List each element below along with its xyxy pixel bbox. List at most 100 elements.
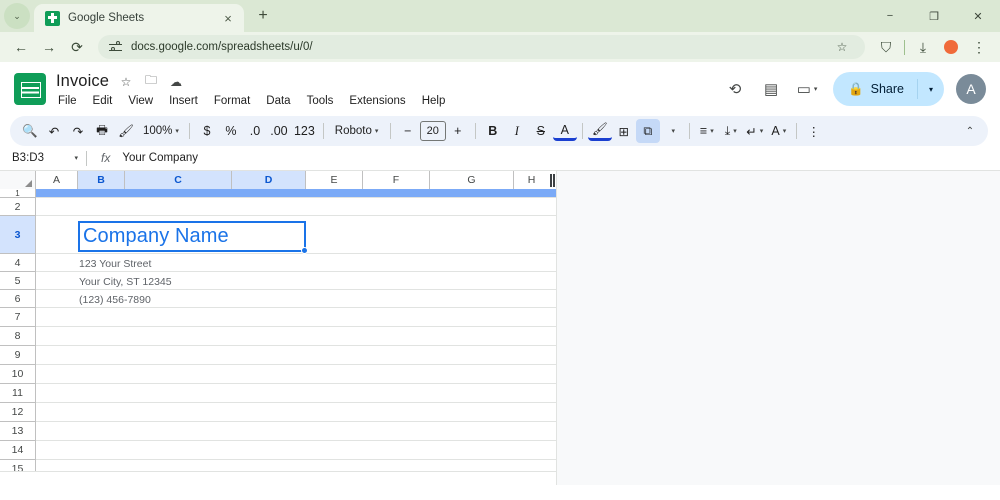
- column-header-d[interactable]: D: [232, 171, 306, 189]
- column-header-c[interactable]: C: [125, 171, 232, 189]
- column-header-b[interactable]: B: [78, 171, 125, 189]
- minimize-icon[interactable]: −: [868, 0, 912, 32]
- maximize-icon[interactable]: ❐: [912, 0, 956, 32]
- bold-button[interactable]: B: [481, 119, 505, 143]
- row-header-10[interactable]: 10: [0, 365, 36, 384]
- zoom-selector[interactable]: 100% ▾: [138, 119, 184, 143]
- address-bar[interactable]: docs.google.com/spreadsheets/u/0/ ☆: [98, 35, 865, 59]
- borders-button[interactable]: ⊞: [612, 119, 636, 143]
- menu-tools[interactable]: Tools: [305, 94, 336, 108]
- menu-format[interactable]: Format: [212, 94, 252, 108]
- row-header-12[interactable]: 12: [0, 403, 36, 422]
- strikethrough-button[interactable]: S: [529, 119, 553, 143]
- merge-cells-button[interactable]: ⧉: [636, 119, 660, 143]
- table-row[interactable]: [36, 384, 556, 403]
- row-header-4[interactable]: 4: [0, 254, 36, 272]
- row-header-9[interactable]: 9: [0, 346, 36, 365]
- font-size-input[interactable]: 20: [420, 121, 446, 141]
- row-header-3[interactable]: 3: [0, 216, 36, 254]
- table-row[interactable]: [36, 403, 556, 422]
- move-folder-icon[interactable]: 🗀: [143, 71, 159, 92]
- menu-data[interactable]: Data: [264, 94, 292, 108]
- comment-icon[interactable]: ▤: [755, 73, 787, 105]
- currency-format-button[interactable]: $: [195, 119, 219, 143]
- browser-profile-avatar[interactable]: [938, 34, 964, 60]
- browser-more-icon[interactable]: ⋮: [966, 34, 992, 60]
- redo-icon[interactable]: ↷: [66, 119, 90, 143]
- text-color-button[interactable]: A: [553, 121, 577, 141]
- row-header-8[interactable]: 8: [0, 327, 36, 346]
- page-title[interactable]: Invoice: [56, 72, 109, 91]
- menu-file[interactable]: File: [56, 94, 79, 108]
- table-row[interactable]: [36, 189, 556, 198]
- meet-call-icon[interactable]: ▭ ▾: [791, 73, 823, 105]
- collapse-toolbar-icon[interactable]: ⌃: [958, 119, 982, 143]
- browser-tab-google-sheets[interactable]: Google Sheets ×: [34, 4, 244, 32]
- bookmark-star-icon[interactable]: ☆: [830, 35, 854, 59]
- name-box[interactable]: B3:D3 ▾: [0, 146, 86, 171]
- font-size-increase-button[interactable]: +: [446, 119, 470, 143]
- forward-icon[interactable]: →: [36, 34, 62, 60]
- menu-extensions[interactable]: Extensions: [347, 94, 407, 108]
- row-header-7[interactable]: 7: [0, 308, 36, 327]
- cloud-saved-icon[interactable]: ☁: [168, 75, 184, 89]
- select-all-corner[interactable]: [0, 171, 36, 189]
- new-tab-icon[interactable]: +: [250, 3, 276, 29]
- selected-cell-b3-d3[interactable]: Company Name: [78, 221, 306, 252]
- decrease-decimal-button[interactable]: .0: [243, 119, 267, 143]
- column-header-f[interactable]: F: [363, 171, 430, 189]
- undo-icon[interactable]: ↶: [42, 119, 66, 143]
- merge-cells-dropdown[interactable]: ▾: [660, 119, 684, 143]
- version-history-icon[interactable]: ⟲: [719, 73, 751, 105]
- print-icon[interactable]: 🖶: [90, 119, 114, 143]
- avatar[interactable]: A: [956, 74, 986, 104]
- column-header-e[interactable]: E: [306, 171, 363, 189]
- row-header-13[interactable]: 13: [0, 422, 36, 441]
- italic-button[interactable]: I: [505, 119, 529, 143]
- row-header-2[interactable]: 2: [0, 198, 36, 216]
- more-options-icon[interactable]: ⋮: [802, 119, 826, 143]
- column-header-a[interactable]: A: [36, 171, 78, 189]
- table-row[interactable]: [36, 346, 556, 365]
- increase-decimal-button[interactable]: .00: [267, 119, 291, 143]
- font-size-decrease-button[interactable]: −: [396, 119, 420, 143]
- row-header-6[interactable]: 6: [0, 290, 36, 308]
- table-row[interactable]: [36, 365, 556, 384]
- fill-color-button[interactable]: 🖌: [588, 121, 612, 141]
- column-resize-handle[interactable]: [549, 171, 556, 189]
- menu-view[interactable]: View: [126, 94, 155, 108]
- formula-input[interactable]: Your Company: [122, 152, 198, 164]
- cells-area[interactable]: Company Name 123 Your Street Your City, …: [36, 189, 556, 479]
- back-icon[interactable]: ←: [8, 34, 34, 60]
- site-settings-icon[interactable]: [109, 41, 122, 54]
- text-rotation-button[interactable]: A ▾: [767, 119, 791, 143]
- column-header-g[interactable]: G: [430, 171, 514, 189]
- row-header-1[interactable]: 1: [0, 189, 36, 198]
- menu-insert[interactable]: Insert: [167, 94, 200, 108]
- close-icon[interactable]: ×: [220, 10, 236, 26]
- percent-format-button[interactable]: %: [219, 119, 243, 143]
- extensions-icon[interactable]: ⛉: [873, 34, 899, 60]
- fill-handle[interactable]: [301, 247, 308, 254]
- menu-help[interactable]: Help: [420, 94, 448, 108]
- table-row[interactable]: [36, 422, 556, 441]
- text-wrap-button[interactable]: ↵ ▾: [743, 119, 767, 143]
- download-icon[interactable]: ⤓: [910, 34, 936, 60]
- vertical-align-button[interactable]: ⤓ ▾: [719, 119, 743, 143]
- sheets-logo-icon[interactable]: [14, 73, 46, 105]
- paint-format-icon[interactable]: 🖌: [114, 119, 138, 143]
- more-formats-button[interactable]: 123: [291, 119, 318, 143]
- reload-icon[interactable]: ⟳: [64, 34, 90, 60]
- row-header-11[interactable]: 11: [0, 384, 36, 403]
- share-button-main[interactable]: 🔒 Share: [833, 72, 917, 106]
- table-row[interactable]: [36, 308, 556, 327]
- table-row[interactable]: [36, 327, 556, 346]
- star-icon[interactable]: ☆: [118, 75, 134, 89]
- menu-edit[interactable]: Edit: [91, 94, 115, 108]
- share-chevron-down-icon[interactable]: ▾: [918, 72, 944, 106]
- table-row[interactable]: [36, 198, 556, 216]
- row-header-5[interactable]: 5: [0, 272, 36, 290]
- tab-search-chevron-icon[interactable]: ⌄: [4, 3, 30, 29]
- horizontal-align-button[interactable]: ≡ ▾: [695, 119, 719, 143]
- font-family-selector[interactable]: Roboto ▾: [329, 119, 385, 143]
